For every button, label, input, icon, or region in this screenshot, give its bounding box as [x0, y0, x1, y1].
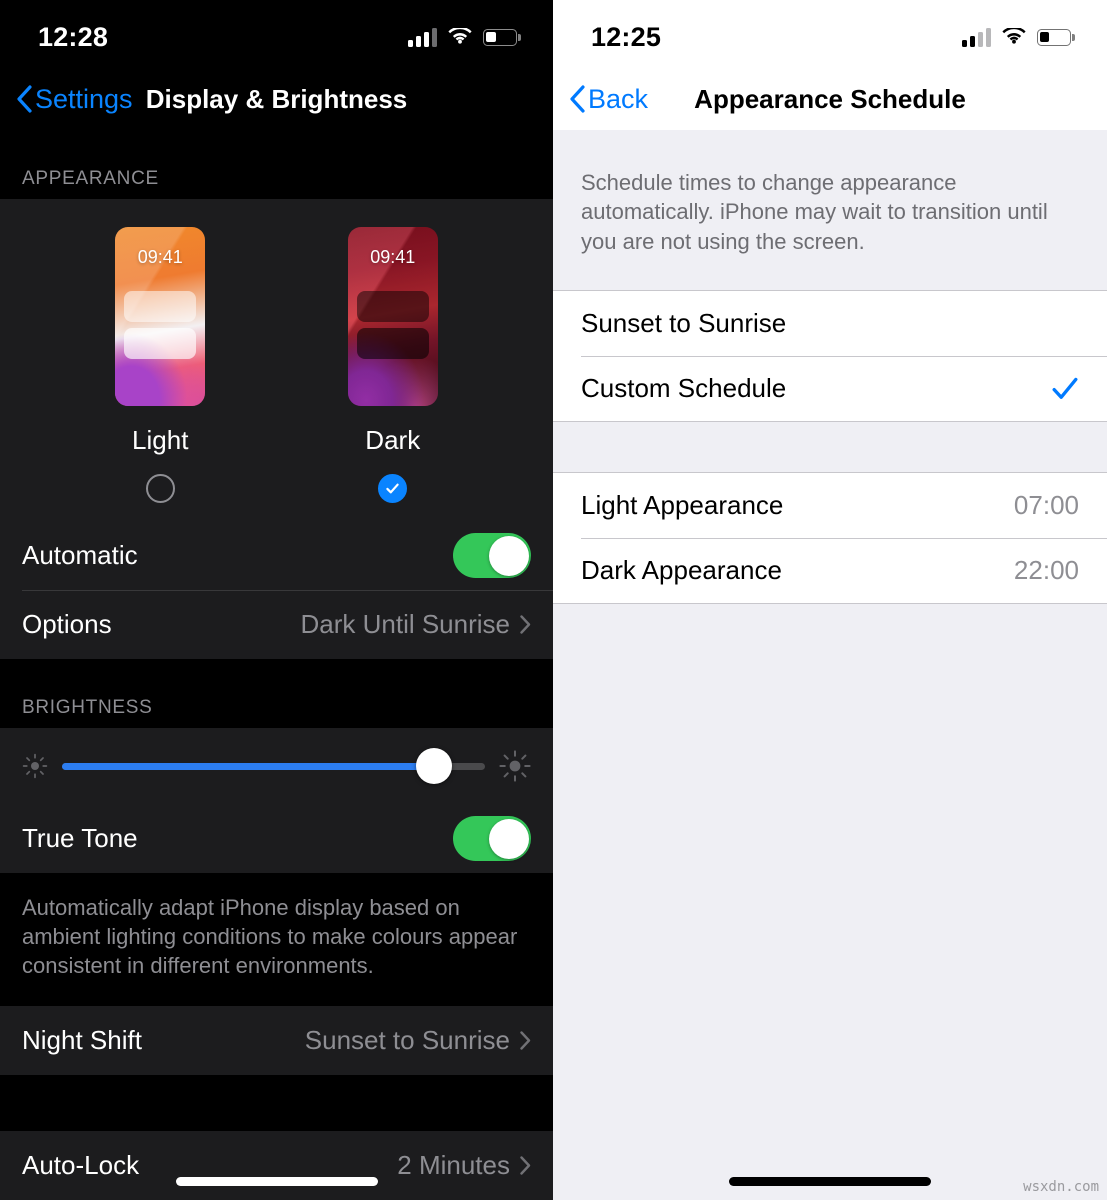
sunset-to-sunrise-label: Sunset to Sunrise — [581, 308, 787, 339]
brightness-settings-group: True Tone — [0, 728, 553, 873]
dual-screenshot-container: 12:28 Settings Display & Brightness APPE… — [0, 0, 1107, 1200]
options-row[interactable]: Options Dark Until Sunrise — [0, 590, 553, 659]
display-brightness-screen: 12:28 Settings Display & Brightness APPE… — [0, 0, 553, 1200]
auto-lock-value: 2 Minutes — [397, 1150, 510, 1181]
back-button-label: Back — [588, 83, 649, 114]
chevron-right-icon — [520, 1031, 531, 1050]
night-shift-row[interactable]: Night Shift Sunset to Sunrise — [0, 1006, 553, 1075]
night-shift-value: Sunset to Sunrise — [304, 1025, 510, 1056]
home-indicator-right — [729, 1177, 931, 1186]
status-bar-icons — [962, 27, 1075, 47]
chevron-right-icon — [520, 615, 531, 634]
chevron-left-icon — [570, 85, 585, 113]
status-bar-icons — [408, 27, 521, 47]
brightness-knob[interactable] — [416, 748, 453, 784]
battery-icon — [483, 28, 521, 46]
group-spacer — [553, 422, 1107, 473]
battery-icon — [1037, 28, 1075, 46]
options-value: Dark Until Sunrise — [300, 609, 510, 639]
watermark: wsxdn.com — [1023, 1179, 1099, 1195]
checkmark-icon — [386, 483, 399, 494]
appearance-schedule-screen: 12:25 Back Appearance Schedule Schedule … — [553, 0, 1107, 1200]
dark-radio-button[interactable] — [378, 474, 408, 503]
dark-appearance-label: Dark Appearance — [581, 555, 782, 586]
status-bar-time: 12:28 — [38, 21, 109, 52]
appearance-option-dark[interactable]: 09:41 Dark — [347, 227, 438, 503]
preview-clock-light: 09:41 — [137, 247, 183, 267]
preview-clock-dark: 09:41 — [370, 247, 416, 267]
light-appearance-label: Light Appearance — [581, 490, 784, 521]
night-shift-group: Night Shift Sunset to Sunrise — [0, 1006, 553, 1076]
true-tone-toggle[interactable] — [453, 816, 531, 861]
brightness-track[interactable] — [62, 748, 485, 784]
appearance-settings-group: Automatic Options Dark Until Sunrise — [0, 521, 553, 659]
custom-schedule-label: Custom Schedule — [581, 373, 787, 404]
auto-lock-row[interactable]: Auto-Lock 2 Minutes — [0, 1131, 553, 1200]
nav-bar-left: Settings Display & Brightness — [0, 68, 553, 130]
appearance-option-light[interactable]: 09:41 Light — [115, 227, 206, 503]
status-bar-right: 12:25 — [553, 0, 1107, 68]
cellular-bars-icon — [962, 27, 991, 47]
light-appearance-time[interactable]: 07:00 — [1014, 490, 1079, 521]
true-tone-footnote: Automatically adapt iPhone display based… — [0, 873, 553, 1007]
auto-lock-group: Auto-Lock 2 Minutes Raise to Wake — [0, 1131, 553, 1200]
brightness-section-header: BRIGHTNESS — [22, 697, 153, 718]
brightness-high-icon — [499, 750, 531, 782]
options-label: Options — [22, 609, 112, 639]
custom-schedule-row[interactable]: Custom Schedule — [553, 356, 1107, 421]
schedule-times-group: Light Appearance 07:00 Dark Appearance 2… — [553, 472, 1107, 605]
nav-bar-right: Back Appearance Schedule — [553, 68, 1107, 130]
true-tone-label: True Tone — [22, 823, 138, 853]
automatic-toggle[interactable] — [453, 533, 531, 578]
status-bar-time: 12:25 — [591, 21, 662, 52]
checkmark-icon — [1052, 377, 1078, 399]
dark-appearance-row[interactable]: Dark Appearance 22:00 — [553, 538, 1107, 603]
cellular-bars-icon — [408, 27, 437, 47]
section-gap — [0, 1075, 553, 1132]
chevron-left-icon — [17, 85, 32, 113]
automatic-label: Automatic — [22, 540, 138, 570]
wifi-icon — [448, 28, 472, 46]
brightness-slider-row[interactable] — [0, 728, 553, 804]
sunset-to-sunrise-row[interactable]: Sunset to Sunrise — [553, 291, 1107, 356]
dark-appearance-time[interactable]: 22:00 — [1014, 555, 1079, 586]
wifi-icon — [1002, 28, 1026, 46]
schedule-description: Schedule times to change appearance auto… — [581, 170, 1048, 254]
appearance-picker: 09:41 Light 09:41 Dark — [0, 199, 553, 521]
back-button[interactable]: Back — [569, 84, 648, 115]
light-preview-thumbnail[interactable]: 09:41 — [115, 227, 206, 406]
schedule-options-group: Sunset to Sunrise Custom Schedule — [553, 290, 1107, 423]
true-tone-row[interactable]: True Tone — [0, 804, 553, 873]
chevron-right-icon — [520, 1156, 531, 1175]
automatic-row[interactable]: Automatic — [0, 521, 553, 590]
appearance-thumbnails: 09:41 Light 09:41 Dark — [0, 227, 553, 503]
back-to-settings-button[interactable]: Settings — [16, 84, 133, 115]
light-radio-button[interactable] — [145, 474, 175, 503]
appearance-section-header: APPEARANCE — [22, 168, 159, 189]
back-button-label: Settings — [35, 83, 133, 114]
dark-option-label: Dark — [365, 425, 421, 455]
light-appearance-row[interactable]: Light Appearance 07:00 — [553, 473, 1107, 538]
auto-lock-label: Auto-Lock — [22, 1150, 140, 1181]
night-shift-label: Night Shift — [22, 1025, 142, 1056]
light-option-label: Light — [132, 425, 189, 455]
home-indicator-left — [175, 1177, 378, 1186]
brightness-low-icon — [22, 753, 48, 779]
status-bar-left: 12:28 — [0, 0, 553, 68]
dark-preview-thumbnail[interactable]: 09:41 — [347, 227, 438, 406]
